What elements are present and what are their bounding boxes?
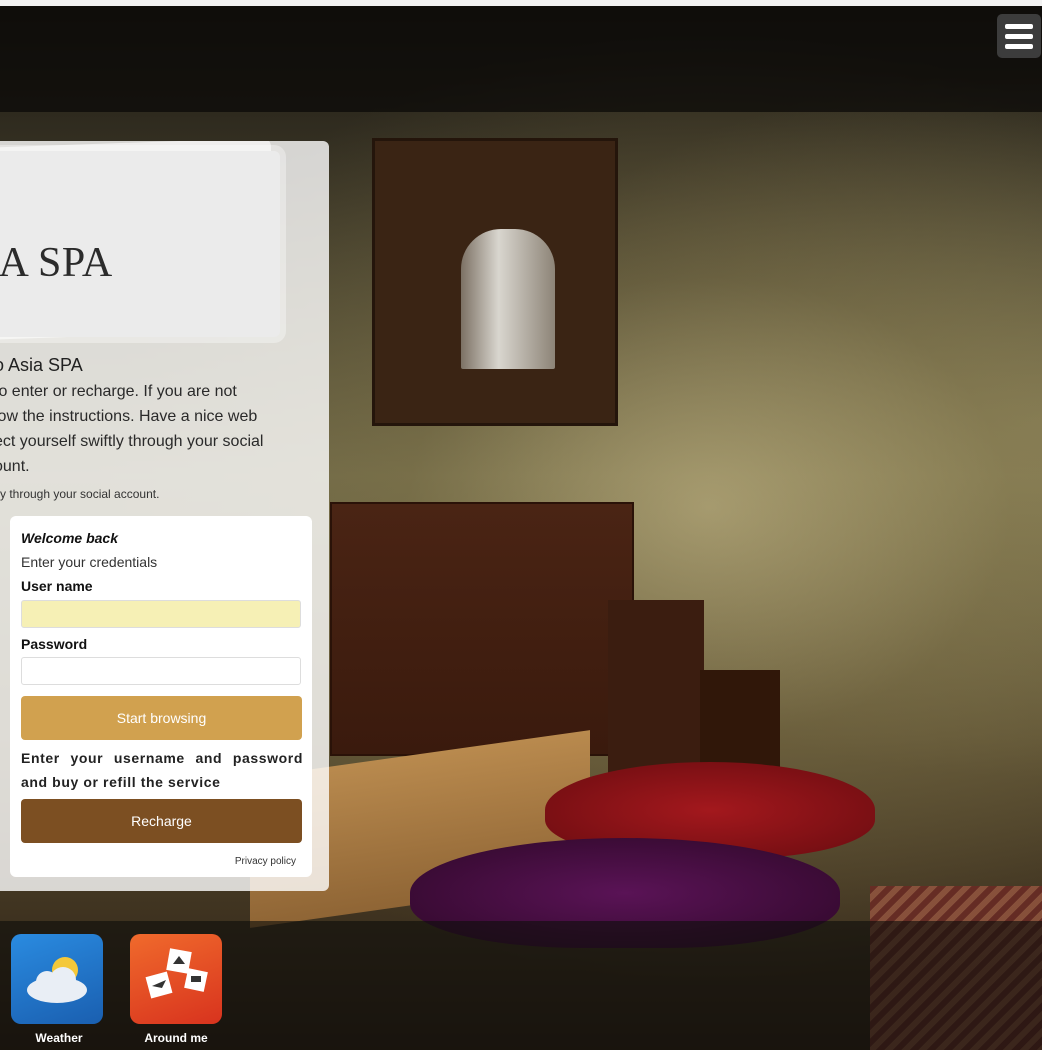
welcome-line: ount. xyxy=(0,458,30,475)
brand-logo: IA SPA xyxy=(0,240,113,286)
login-heading: Welcome back xyxy=(21,530,119,546)
welcome-text: to enter or recharge. If you are not low… xyxy=(0,379,299,479)
privacy-policy-link[interactable]: Privacy policy xyxy=(235,856,296,867)
around-me-app-tile[interactable] xyxy=(130,934,222,1024)
logo-card: IA SPA xyxy=(0,151,280,337)
social-login-hint: tly through your social account. xyxy=(0,487,160,501)
welcome-line: to enter or recharge. If you are not xyxy=(0,383,237,400)
welcome-line: ect yourself swiftly through your social xyxy=(0,433,264,450)
recharge-info-text: Enter your username and password and buy… xyxy=(21,750,303,790)
recharge-button[interactable]: Recharge xyxy=(21,799,302,843)
start-browsing-button[interactable]: Start browsing xyxy=(21,696,302,740)
weather-app-tile[interactable] xyxy=(11,934,103,1024)
top-overlay xyxy=(0,6,1042,112)
password-input[interactable] xyxy=(21,657,301,685)
username-input[interactable] xyxy=(21,600,301,628)
mirror-decoration xyxy=(372,138,618,426)
welcome-title: o Asia SPA xyxy=(0,355,83,375)
hamburger-menu-icon[interactable] xyxy=(997,14,1041,58)
password-label: Password xyxy=(21,636,88,652)
welcome-panel: IA SPA o Asia SPA to enter or recharge. … xyxy=(0,141,329,891)
around-me-app-label: Around me xyxy=(144,1031,208,1045)
username-label: User name xyxy=(21,578,93,594)
welcome-line: low the instructions. Have a nice web xyxy=(0,408,258,425)
login-subheading: Enter your credentials xyxy=(21,554,158,570)
weather-app-label: Weather xyxy=(35,1031,83,1045)
dresser-decoration xyxy=(330,502,634,756)
chest-decoration xyxy=(608,600,704,780)
weather-icon xyxy=(27,957,87,1003)
login-form: Welcome back Enter your credentials User… xyxy=(10,516,312,877)
around-me-icon xyxy=(145,948,208,999)
